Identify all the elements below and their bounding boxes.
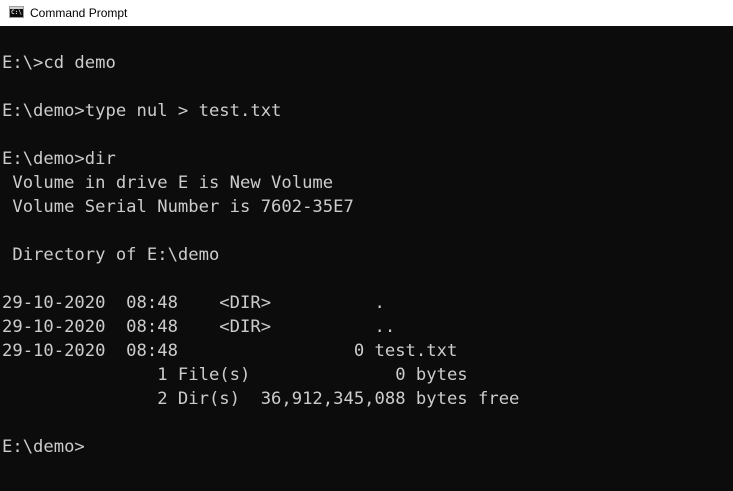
console-line: 1 File(s) 0 bytes (2, 365, 468, 385)
console-line: 29-10-2020 08:48 <DIR> . (2, 293, 385, 313)
console-line: E:\demo>dir (2, 149, 116, 169)
command-prompt-icon: C:\ (9, 6, 24, 18)
console-lines: E:\>cd demo E:\demo>type nul > test.txt … (2, 51, 519, 459)
command-prompt-line[interactable]: E:\demo> (2, 435, 519, 459)
console-line: Volume Serial Number is 7602-35E7 (2, 197, 354, 217)
window-title: Command Prompt (30, 6, 128, 20)
title-bar[interactable]: C:\ Command Prompt (0, 0, 733, 26)
console-line: Directory of E:\demo (2, 245, 220, 265)
console-line: 29-10-2020 08:48 <DIR> .. (2, 317, 396, 337)
console-output-area[interactable]: E:\>cd demo E:\demo>type nul > test.txt … (0, 26, 733, 491)
console-line: E:\>cd demo (2, 53, 116, 73)
command-prompt-window: C:\ Command Prompt E:\>cd demo E:\demo>t… (0, 0, 733, 491)
console-line: Volume in drive E is New Volume (2, 173, 334, 193)
console-line: 29-10-2020 08:48 0 test.txt (2, 341, 458, 361)
console-line: 2 Dir(s) 36,912,345,088 bytes free (2, 389, 520, 409)
console-line: E:\demo>type nul > test.txt (2, 101, 282, 121)
